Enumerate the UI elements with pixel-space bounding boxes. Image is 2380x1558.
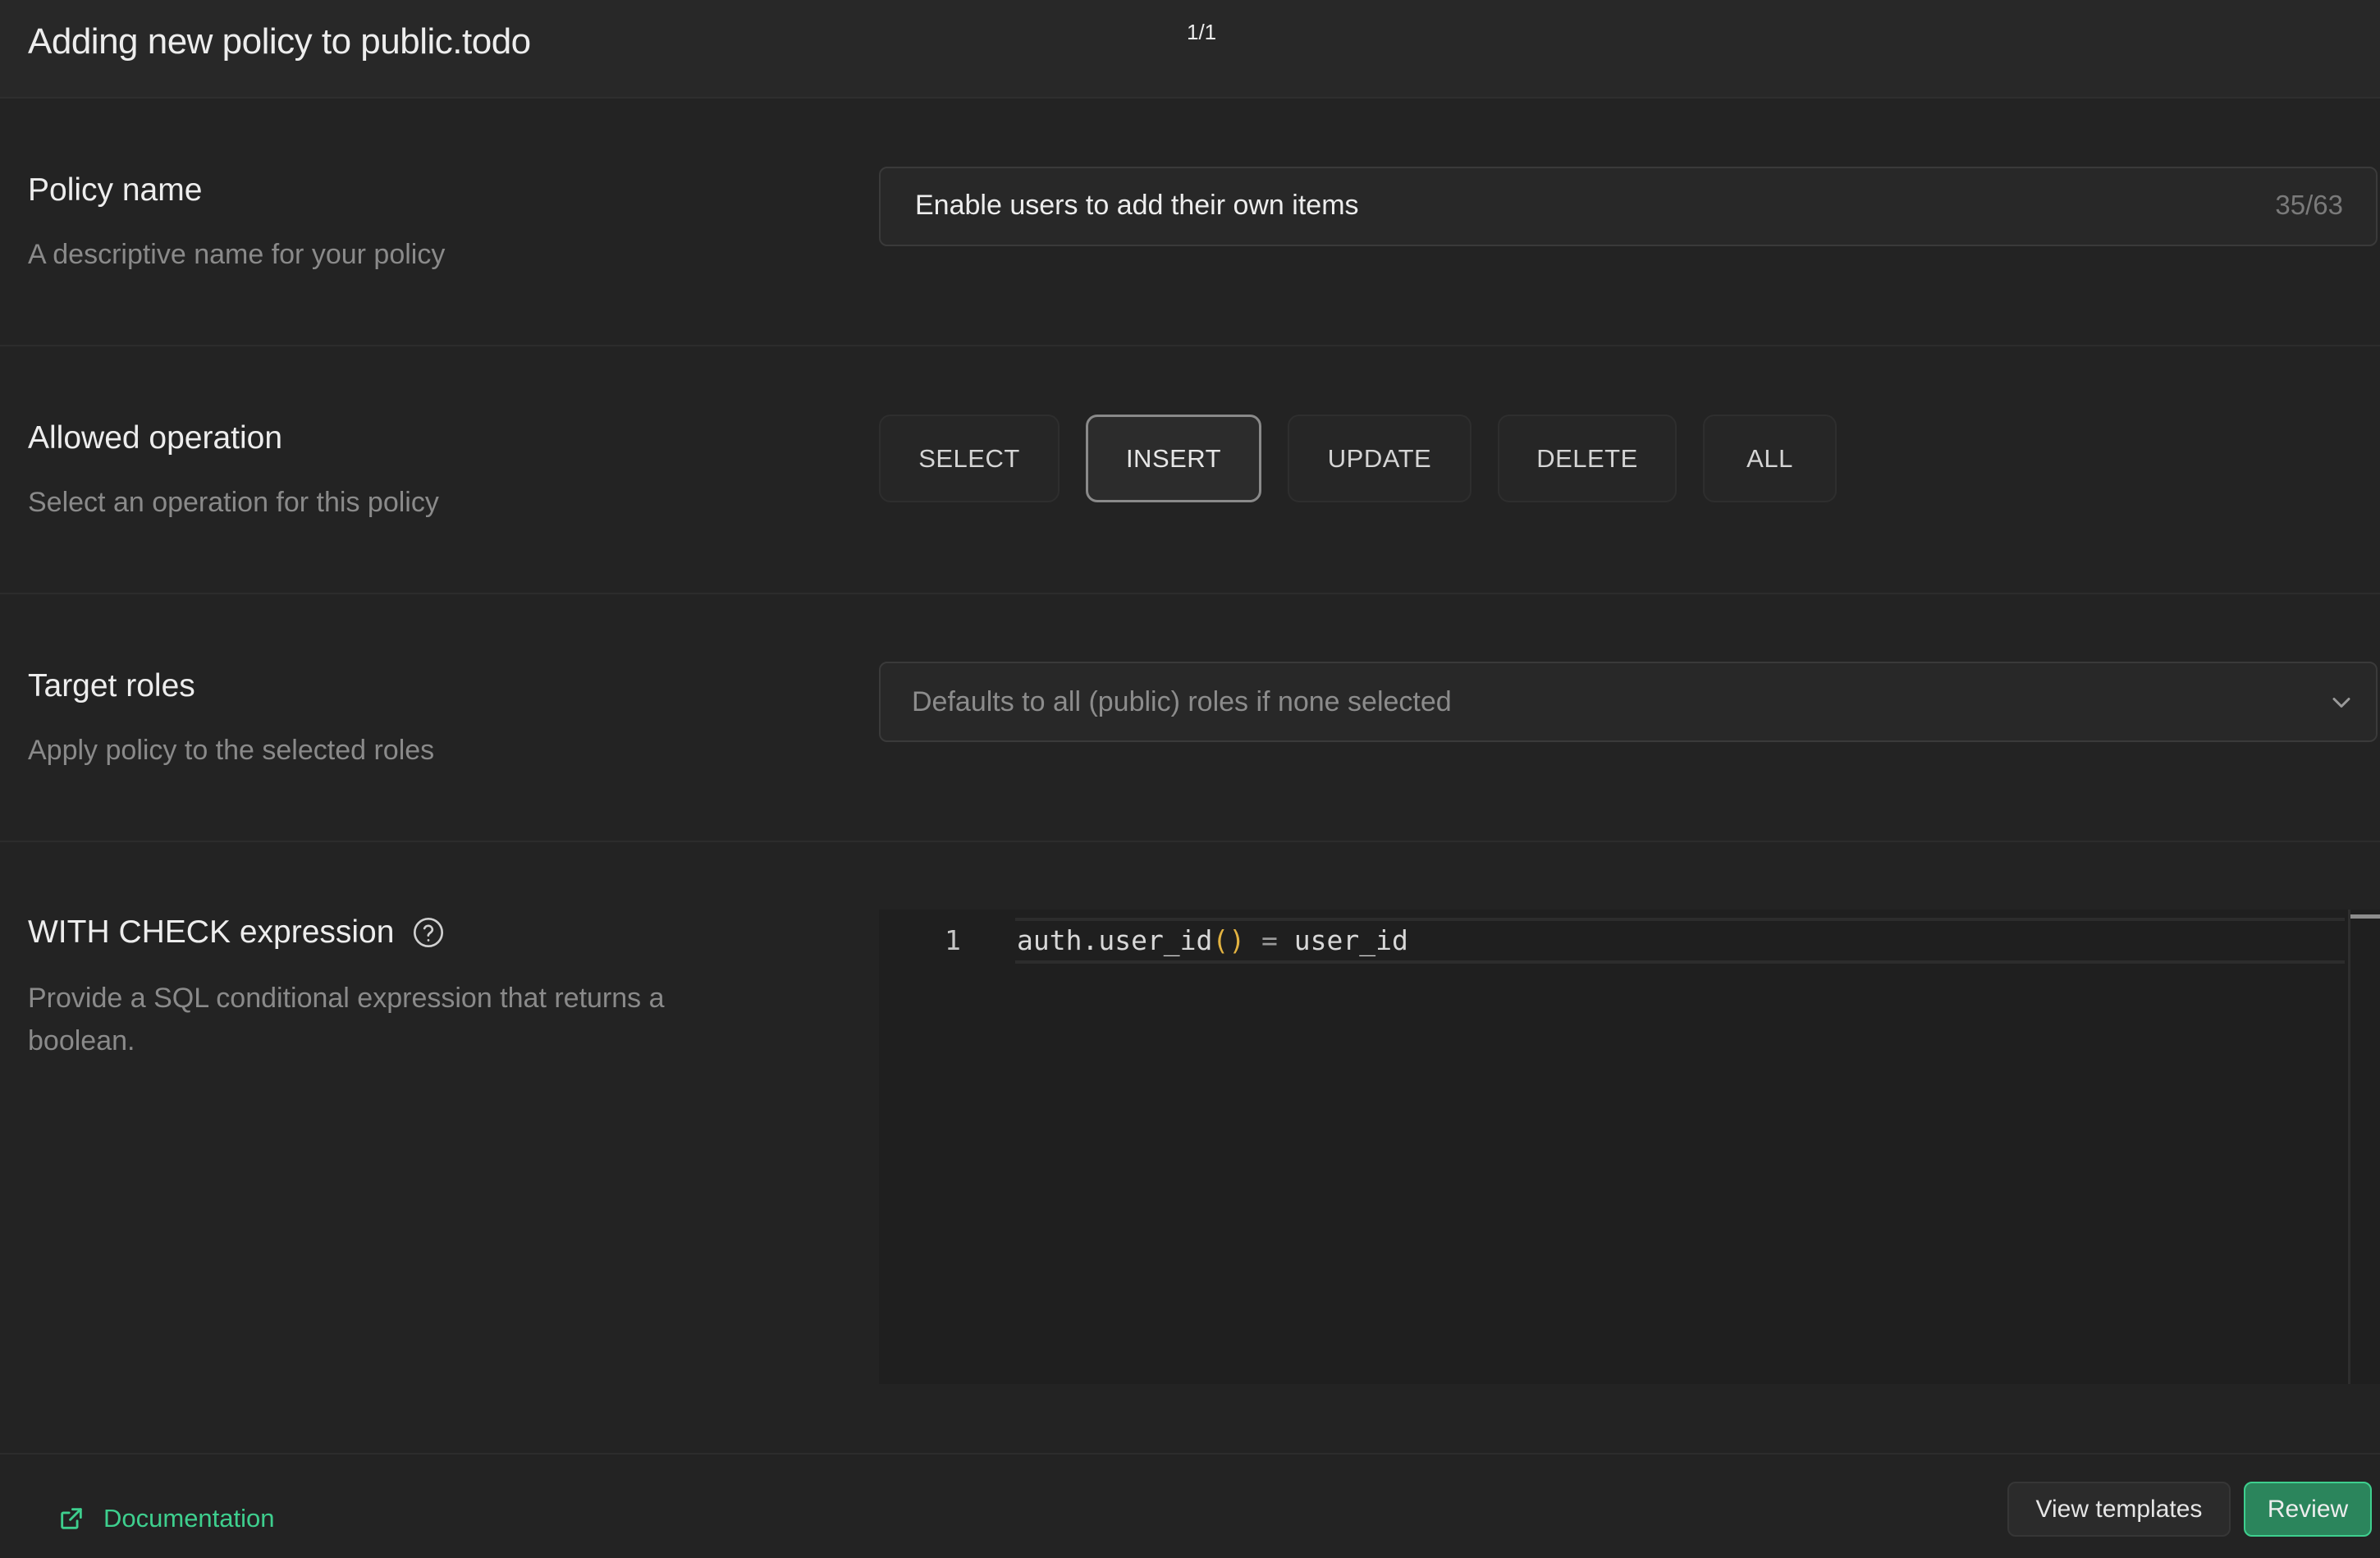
operation-update-button[interactable]: UPDATE [1288, 415, 1471, 502]
page-counter: 1/1 [1187, 20, 1217, 44]
chevron-down-icon [2332, 698, 2350, 708]
policy-name-label: Policy name [28, 172, 203, 208]
help-circle-icon[interactable] [412, 916, 445, 949]
view-templates-button[interactable]: View templates [2007, 1482, 2231, 1537]
target-roles-select[interactable]: Defaults to all (public) roles if none s… [879, 662, 2378, 742]
editor-scrollbar[interactable] [2348, 910, 2350, 1384]
code-line[interactable]: auth.user_id() = user_id [1017, 924, 1408, 956]
target-roles-label: Target roles [28, 668, 195, 703]
with-check-label-text: WITH CHECK expression [28, 914, 395, 950]
allowed-operation-label: Allowed operation [28, 420, 283, 456]
code-token-parens: () [1212, 924, 1246, 956]
dialog-footer: Documentation View templates Review [0, 1453, 2380, 1558]
code-token-operator: = [1245, 924, 1294, 956]
operation-select-button[interactable]: SELECT [879, 415, 1060, 502]
target-roles-description: Apply policy to the selected roles [28, 735, 435, 766]
review-button[interactable]: Review [2244, 1482, 2372, 1537]
editor-scrollbar-thumb[interactable] [2350, 914, 2380, 919]
allowed-operation-description: Select an operation for this policy [28, 487, 439, 518]
line-number: 1 [945, 924, 961, 956]
code-token-column: user_id [1293, 924, 1408, 956]
sql-code-editor[interactable]: 1 auth.user_id() = user_id [879, 910, 2380, 1384]
policy-name-description: A descriptive name for your policy [28, 239, 446, 270]
policy-name-input[interactable]: Enable users to add their own items 35/6… [879, 167, 2378, 246]
external-link-icon [61, 1508, 82, 1529]
character-counter: 35/63 [2275, 190, 2343, 220]
dialog-header: Adding new policy to public.todo 1/1 [0, 0, 2380, 99]
documentation-label: Documentation [103, 1504, 275, 1533]
code-token-function: auth.user_id [1017, 924, 1213, 956]
page-title: Adding new policy to public.todo [28, 21, 531, 62]
target-roles-placeholder: Defaults to all (public) roles if none s… [912, 686, 1452, 717]
documentation-link[interactable]: Documentation [57, 1504, 275, 1533]
with-check-description: Provide a SQL conditional expression tha… [28, 983, 665, 1056]
operation-delete-button[interactable]: DELETE [1498, 415, 1677, 502]
with-check-label: WITH CHECK expression [28, 914, 445, 951]
policy-name-value: Enable users to add their own items [915, 190, 1359, 221]
operation-insert-button[interactable]: INSERT [1086, 415, 1261, 502]
operation-all-button[interactable]: ALL [1703, 415, 1837, 502]
